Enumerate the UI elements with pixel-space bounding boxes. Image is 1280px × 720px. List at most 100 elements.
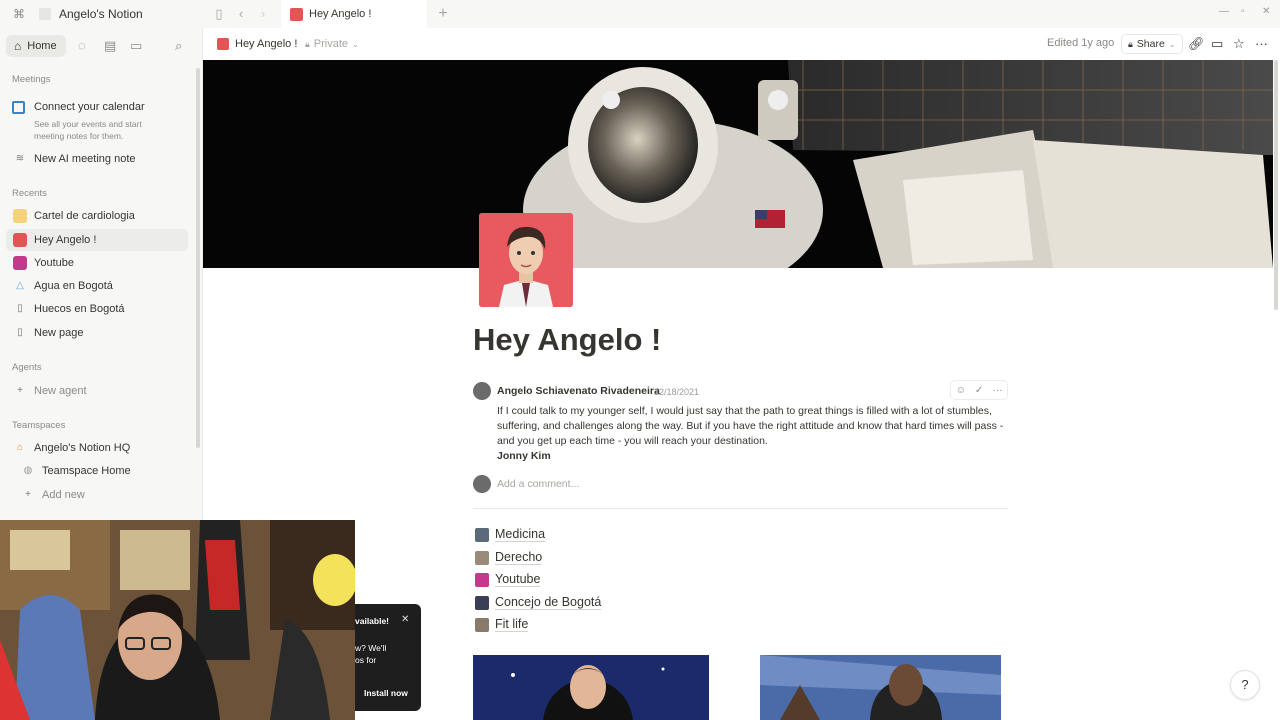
cover-image[interactable] [203,60,1273,268]
divider [473,508,1008,509]
tab-hey-angelo[interactable]: Hey Angelo ! [281,0,427,28]
help-button[interactable]: ? [1230,670,1260,700]
sidebar-item-label: New page [34,327,84,339]
page-icon: ▯ [17,303,23,314]
cartoon-portrait-illustration [479,213,573,307]
page-link-label: Medicina [495,527,546,542]
inbox-icon[interactable]: ▭ [130,38,142,54]
lock-icon: 🔒︎ [1128,38,1133,49]
star-icon[interactable]: ☆ [1233,36,1245,52]
add-new-label: Add new [42,489,85,501]
plus-icon: + [25,489,31,500]
edited-status: Edited 1y ago [1047,37,1115,49]
sidebar-item-home[interactable]: ⌂ Home [6,35,66,57]
teamspaces-section-label: Teamspaces [12,420,66,431]
waveform-icon: ≋ [15,153,25,164]
title-bar: ⌘ Angelo's Notion ▯ ‹ › Hey Angelo ! + —… [0,0,1280,28]
teamspace-label: Angelo's Notion HQ [34,442,131,454]
forward-icon[interactable]: › [254,5,272,23]
search-icon[interactable]: ⌕ [175,38,182,54]
sidebar-toggle-icon[interactable]: ▯ [210,5,228,23]
house-icon: ⌂ [16,442,24,453]
sidebar-item-label: Huecos en Bogotá [34,303,125,315]
close-window-icon[interactable]: ✕ [1262,6,1270,17]
page-link-derecho[interactable]: Derecho [475,550,543,565]
back-icon[interactable]: ‹ [232,5,250,23]
link-icon[interactable]: 🔗︎ [1188,36,1205,52]
more-icon[interactable]: ··· [1255,36,1268,51]
page-scrollbar[interactable] [1274,60,1278,310]
comment-body: If I could talk to my younger self, I wo… [497,405,1004,447]
page-icon-avatar[interactable] [479,213,573,307]
compass-icon: ◍ [23,465,33,476]
gallery-photo-1 [473,655,709,720]
angelo-emoji-icon [13,233,27,247]
page-link-concejo[interactable]: Concejo de Bogotá [475,595,602,610]
sidebar-item-hey-angelo[interactable]: Hey Angelo ! [6,229,188,251]
calendar-icon [12,101,25,114]
sidebar-scrollbar[interactable] [196,68,200,448]
maximize-icon[interactable]: ▫ [1241,6,1245,17]
gallery-photo-2 [760,655,1001,720]
comment-signature: Jonny Kim [497,450,551,462]
sidebar-item-agua[interactable]: △ Agua en Bogotá [6,275,188,297]
new-ai-meeting-note[interactable]: ≋ New AI meeting note [6,148,188,170]
comments-icon[interactable]: ▭ [1211,36,1223,52]
page-link-fit-life[interactable]: Fit life [475,617,529,632]
privacy-dropdown[interactable]: 🔒︎ Private ⌄ [305,38,359,50]
more-icon[interactable]: ··· [992,385,1002,396]
workspace-switcher[interactable]: ⌘ Angelo's Notion [0,0,203,28]
close-icon[interactable]: ✕ [401,614,409,625]
page-link-label: Youtube [495,572,541,587]
breadcrumb[interactable]: Hey Angelo ! [217,38,297,50]
toast-body-line1: w? We'll [355,643,387,653]
new-agent-label: New agent [34,385,87,397]
page-link-medicina[interactable]: Medicina [475,527,546,542]
ai-meeting-label: New AI meeting note [34,153,136,165]
sidebar-item-teamspace-home[interactable]: ◍ Teamspace Home [14,460,188,482]
connect-calendar-link[interactable]: Connect your calendar [34,101,145,113]
sidebar-item-cartel[interactable]: Cartel de cardiologia [6,205,188,227]
home-label: Home [27,40,57,52]
gallery-card-2[interactable] [760,655,1001,720]
derecho-emoji-icon [475,550,489,565]
current-user-avatar [473,475,491,493]
sidebar-item-huecos[interactable]: ▯ Huecos en Bogotá [6,298,188,320]
gallery-card-1[interactable] [473,655,709,720]
home-icon: ⌂ [14,39,22,53]
new-tab-icon[interactable]: + [434,5,452,23]
new-agent-button[interactable]: + New agent [6,380,188,402]
page-link-youtube[interactable]: Youtube [475,572,541,587]
sidebar-item-teamspace[interactable]: ⌂ Angelo's Notion HQ [6,437,188,459]
chevron-down-icon: ⌄ [1168,39,1176,49]
water-icon: △ [16,280,24,291]
teamspace-home-label: Teamspace Home [42,465,131,477]
chat-icon[interactable]: ◌ [78,38,86,53]
page-title[interactable]: Hey Angelo ! [473,322,661,358]
minimize-icon[interactable]: — [1219,6,1229,17]
privacy-label: Private [313,38,349,50]
page-emoji-icon [217,38,229,50]
help-icon: ? [1241,677,1249,692]
page-link-label: Concejo de Bogotá [495,595,602,610]
page-link-label: Fit life [495,617,529,632]
sidebar-item-new-page[interactable]: ▯ New page [6,322,188,344]
calendar-description: See all your events and start meeting no… [34,119,142,141]
clipboard-icon[interactable]: ▤ [104,38,116,54]
cartel-emoji-icon [13,209,27,223]
webcam-overlay [0,520,355,720]
reaction-icon[interactable]: ☺ [956,385,966,396]
sidebar-item-youtube[interactable]: Youtube [6,252,188,274]
resolve-icon[interactable]: ✓ [975,385,983,396]
sidebar-item-label: Agua en Bogotá [34,280,113,292]
plus-icon: + [17,385,23,396]
add-new-button[interactable]: + Add new [14,484,188,506]
add-comment-input[interactable]: Add a comment... [497,478,579,490]
share-button[interactable]: 🔒︎ Share ⌄ [1121,34,1183,54]
chevron-down-icon: ⌄ [352,39,359,49]
page-link-label: Derecho [495,550,543,565]
youtube-emoji-icon [13,256,27,270]
youtube-emoji-icon [475,572,489,587]
install-toast: vailable! ✕ w? We'll os for Install now [355,604,421,711]
install-now-button[interactable]: Install now [364,688,408,698]
